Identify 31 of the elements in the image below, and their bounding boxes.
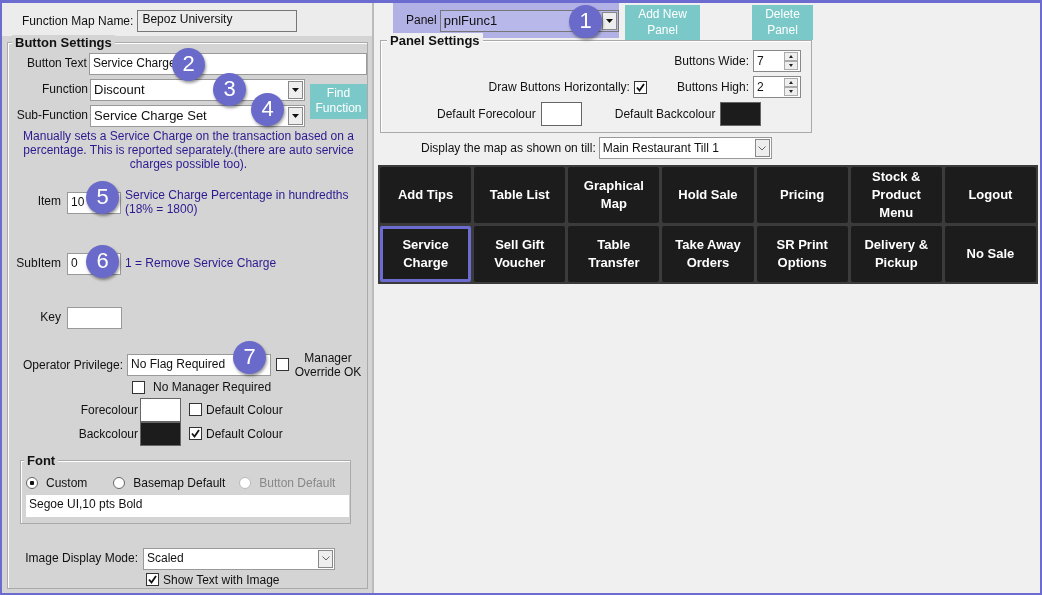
field-label: Draw Buttons Horizontally: [488,80,630,95]
description-text: Manually sets a Service Charge on the transaction based on a percentage. This is reported separately.(there are auto service charges possible too). [22,128,355,172]
field-label: Default Colour [206,402,283,417]
field-label: Item [36,192,62,209]
field-label: Key [39,310,62,325]
field-label: SubItem [15,256,62,271]
group-title: Panel Settings [387,33,483,49]
field-label: Button Text [26,56,88,71]
field-label: Buttons Wide: [674,54,749,69]
field-label: Default Backcolour [614,107,716,122]
field-label: Default Colour [206,426,283,441]
field-label: Forecolour [79,402,139,417]
field-label: Function [40,82,89,97]
field-label: Backcolour [77,426,139,441]
field-label: No Manager Required [153,380,272,395]
group-title: Button Settings [12,35,115,51]
field-label: Sub-Function [15,108,89,123]
field-label: Manager Override OK [293,350,363,380]
radio-label: Basemap Default [133,476,226,491]
field-label: Operator Privilege: [21,357,124,373]
field-label: Image Display Mode: [24,551,139,566]
radio-label: Button Default [259,476,336,491]
radio-label: Custom [46,476,88,491]
field-label: Default Forecolour [437,107,536,122]
hint-text: Service Charge Percentage in hundredths (18% = 1800) [125,187,350,217]
field-label: Display the map as shown on till: [421,140,596,156]
field-label: Panel [406,13,437,28]
field-label: Show Text with Image [163,572,280,587]
hint-text: 1 = Remove Service Charge [125,256,277,271]
field-label: Buttons High: [676,80,749,95]
field-label: Function Map Name: [22,13,134,29]
